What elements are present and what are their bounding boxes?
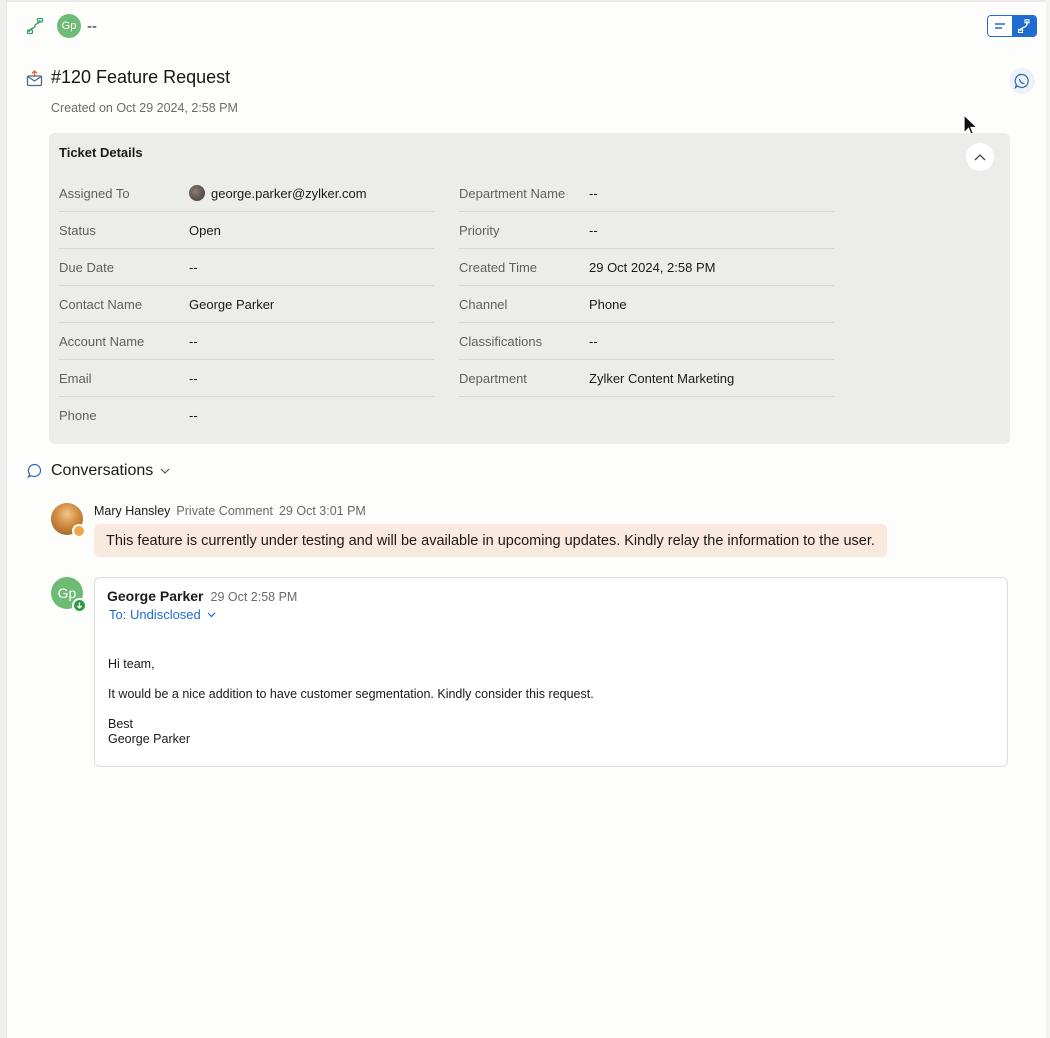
field-value[interactable]: --	[189, 371, 198, 386]
details-left-column: Assigned To george.parker@zylker.com Sta…	[59, 175, 434, 434]
assignee-avatar[interactable]: Gp	[57, 14, 81, 38]
field-label: Created Time	[459, 259, 538, 275]
field-label: Priority	[459, 222, 500, 238]
field-value[interactable]: --	[189, 334, 198, 349]
ticket-details-heading: Ticket Details	[59, 145, 143, 160]
private-comment-badge-icon	[72, 524, 86, 538]
email-paragraph: It would be a nice addition to have cust…	[108, 687, 594, 701]
field-value[interactable]: Phone	[589, 297, 627, 312]
list-icon	[995, 23, 1005, 29]
details-right-column: Department Name -- Priority -- Created T…	[459, 175, 834, 397]
conversations-heading: Conversations	[51, 462, 154, 479]
window-right-edge	[1046, 0, 1050, 1038]
field-value[interactable]: Open	[189, 223, 221, 238]
field-label: Department	[459, 370, 527, 386]
field-department-name: Department Name --	[459, 175, 834, 212]
field-status: Status Open	[59, 212, 434, 249]
email-recipients-toggle[interactable]: To: Undisclosed	[109, 607, 216, 622]
email-time: 29 Oct 2:58 PM	[210, 590, 298, 604]
field-value: 29 Oct 2024, 2:58 PM	[589, 259, 716, 275]
field-label: Email	[59, 370, 92, 386]
field-email: Email --	[59, 360, 434, 397]
field-label: Channel	[459, 296, 508, 312]
field-assigned-to: Assigned To george.parker@zylker.com	[59, 175, 434, 212]
field-contact-name: Contact Name George Parker	[59, 286, 434, 323]
email-header: George Parker 29 Oct 2:58 PM	[107, 588, 297, 604]
whatsapp-button[interactable]	[1009, 68, 1035, 94]
comment-meta: Mary Hansley Private Comment 29 Oct 3:01…	[94, 504, 366, 518]
field-value[interactable]: Zylker Content Marketing	[589, 371, 734, 386]
incoming-phone-badge-icon	[72, 598, 87, 613]
field-account-name: Account Name --	[59, 323, 434, 360]
field-created-time: Created Time 29 Oct 2024, 2:58 PM	[459, 249, 834, 286]
field-label: Phone	[59, 408, 97, 423]
ticket-title: #120 Feature Request	[51, 67, 231, 87]
blueprint-icon[interactable]	[26, 17, 44, 35]
view-toggle	[987, 15, 1037, 37]
field-due-date: Due Date --	[59, 249, 434, 286]
ticket-topbar: Gp --	[26, 12, 97, 40]
field-label: Assigned To	[59, 185, 130, 201]
field-label: Classifications	[459, 333, 543, 349]
private-comment-text: This feature is currently under testing …	[94, 524, 887, 557]
field-department: Department Zylker Content Marketing	[459, 360, 834, 397]
field-value[interactable]: George Parker	[189, 297, 274, 312]
field-priority: Priority --	[459, 212, 834, 249]
conversations-toggle[interactable]: Conversations	[51, 462, 170, 480]
assignee-placeholder[interactable]: --	[87, 18, 97, 35]
comment-type: Private Comment	[176, 504, 273, 518]
field-value[interactable]: --	[589, 186, 598, 201]
comment-time: 29 Oct 3:01 PM	[278, 504, 366, 518]
field-channel: Channel Phone	[459, 286, 834, 323]
commenter-avatar[interactable]	[51, 503, 86, 538]
window-top-edge	[7, 0, 1050, 2]
comment-author[interactable]: Mary Hansley	[94, 504, 170, 518]
ticket-details-panel: Ticket Details Assigned To george.parker…	[49, 133, 1010, 444]
ticket-channel-icon	[26, 70, 43, 87]
field-value[interactable]: --	[189, 408, 198, 423]
window-left-edge	[0, 0, 7, 1038]
chevron-up-icon	[974, 154, 986, 161]
field-label: Account Name	[59, 333, 145, 349]
field-label: Due Date	[59, 259, 114, 275]
blueprint-flow-icon	[1018, 19, 1030, 33]
email-body: Hi team, It would be a nice addition to …	[108, 657, 594, 747]
email-thread-card[interactable]: George Parker 29 Oct 2:58 PM To: Undiscl…	[94, 577, 1008, 767]
field-classifications: Classifications --	[459, 323, 834, 360]
list-view-button[interactable]	[988, 16, 1012, 36]
email-signature: George Parker	[108, 732, 190, 746]
blueprint-view-button[interactable]	[1012, 16, 1036, 36]
email-greeting: Hi team,	[108, 657, 155, 671]
chevron-down-icon	[160, 468, 170, 474]
email-recipients: To: Undisclosed	[109, 607, 201, 622]
field-phone: Phone --	[59, 397, 434, 434]
field-label: Department Name	[459, 185, 566, 201]
field-value[interactable]: --	[189, 260, 198, 275]
email-signoff: Best	[108, 717, 134, 731]
whatsapp-icon	[1014, 73, 1029, 89]
email-sender[interactable]: George Parker	[107, 588, 204, 604]
field-value[interactable]: --	[589, 223, 598, 238]
field-value[interactable]: --	[589, 334, 598, 349]
chevron-down-icon	[207, 612, 216, 617]
field-label: Contact Name	[59, 296, 143, 312]
collapse-details-button[interactable]	[966, 143, 994, 171]
ticket-created-on: Created on Oct 29 2024, 2:58 PM	[51, 101, 238, 115]
field-label: Status	[59, 222, 96, 238]
agent-avatar	[189, 185, 205, 201]
conversations-icon	[27, 463, 42, 479]
field-value[interactable]: george.parker@zylker.com	[189, 185, 367, 201]
sender-avatar[interactable]: Gp	[51, 577, 87, 613]
